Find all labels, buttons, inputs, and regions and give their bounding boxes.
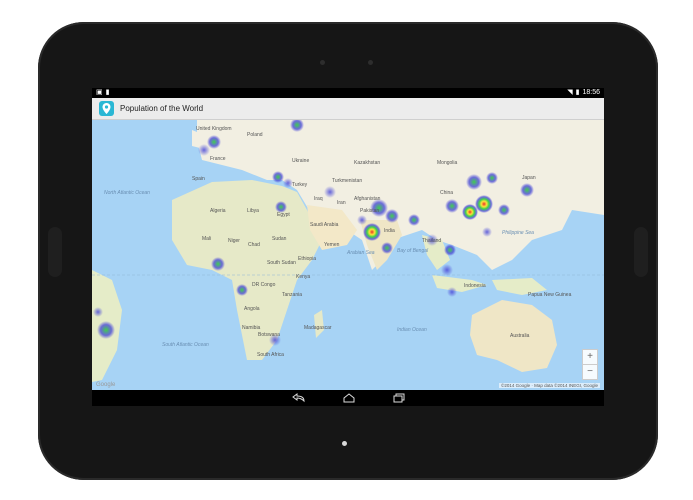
home-icon[interactable] [342, 393, 356, 403]
label-indonesia: Indonesia [464, 283, 486, 289]
location-pin-icon[interactable] [99, 101, 114, 116]
action-bar: Population of the World [92, 98, 604, 120]
back-icon[interactable] [292, 393, 306, 403]
zoom-in-button[interactable]: + [582, 349, 598, 365]
sd-card-icon: ▮ [105, 89, 110, 96]
label-kazakhstan: Kazakhstan [354, 160, 381, 166]
map-attribution[interactable]: ©2014 Google · Map data ©2014 INEGI, Goo… [499, 383, 600, 388]
label-saudi-arabia: Saudi Arabia [310, 222, 339, 228]
app-title: Population of the World [120, 104, 204, 113]
label-madagascar: Madagascar [304, 325, 332, 331]
status-time: 18:56 [582, 89, 600, 96]
wifi-icon: ◥ [567, 89, 573, 96]
label-poland: Poland [247, 132, 263, 138]
navigation-bar [92, 390, 604, 406]
label-arabian-sea: Arabian Sea [347, 250, 375, 256]
label-south-atlantic: South Atlantic Ocean [162, 342, 209, 348]
label-china: China [440, 190, 454, 196]
camera [320, 60, 325, 65]
label-mongolia: Mongolia [437, 160, 458, 166]
map-view[interactable]: North Atlantic Ocean United Kingdom Pola… [92, 120, 604, 390]
status-bar: ▣ ▮ ◥ ▮ 18:56 [92, 88, 604, 98]
label-bay-of-bengal: Bay of Bengal [397, 248, 429, 254]
label-iraq: Iraq [314, 196, 323, 202]
notification-icon: ▣ [96, 89, 103, 96]
label-angola: Angola [244, 306, 260, 312]
label-chad: Chad [248, 242, 260, 248]
google-logo: Google [96, 382, 116, 388]
label-united-kingdom: United Kingdom [196, 126, 232, 132]
label-papua-new-guinea: Papua New Guinea [528, 292, 572, 298]
label-south-africa: South Africa [257, 352, 284, 358]
label-libya: Libya [247, 208, 259, 214]
label-south-sudan: South Sudan [267, 260, 296, 266]
label-spain: Spain [192, 176, 205, 182]
label-tanzania: Tanzania [282, 292, 303, 298]
label-ethiopia: Ethiopia [298, 256, 317, 262]
label-egypt: Egypt [277, 212, 290, 218]
label-australia: Australia [510, 333, 530, 339]
label-algeria: Algeria [210, 208, 226, 214]
label-ukraine: Ukraine [292, 158, 310, 164]
label-kenya: Kenya [296, 274, 311, 280]
recent-apps-icon[interactable] [392, 393, 406, 403]
label-philippine-sea: Philippine Sea [502, 230, 534, 236]
speaker-right [634, 227, 648, 277]
label-niger: Niger [228, 238, 240, 244]
label-afghanistan: Afghanistan [354, 196, 381, 202]
label-turkmenistan: Turkmenistan [332, 178, 363, 184]
zoom-out-button[interactable]: − [582, 364, 598, 380]
label-mali: Mali [202, 236, 212, 242]
label-iran: Iran [337, 200, 346, 206]
battery-icon: ▮ [575, 89, 580, 96]
label-france: France [210, 156, 226, 162]
label-yemen: Yemen [324, 242, 340, 248]
sensor [368, 60, 373, 65]
speaker-left [48, 227, 62, 277]
label-indian-ocean: Indian Ocean [397, 327, 427, 333]
notification-led [342, 441, 347, 446]
label-japan: Japan [522, 175, 536, 181]
device-screen: ▣ ▮ ◥ ▮ 18:56 Population of the World No… [92, 88, 604, 406]
label-india: India [384, 228, 395, 234]
label-north-atlantic: North Atlantic Ocean [104, 190, 150, 196]
label-thailand: Thailand [422, 238, 442, 244]
label-dr-congo: DR Congo [252, 282, 276, 288]
label-sudan: Sudan [272, 236, 287, 242]
label-namibia: Namibia [242, 325, 261, 331]
label-botswana: Botswana [258, 332, 280, 338]
label-pakistan: Pakistan [360, 208, 380, 214]
label-turkey: Turkey [292, 182, 308, 188]
